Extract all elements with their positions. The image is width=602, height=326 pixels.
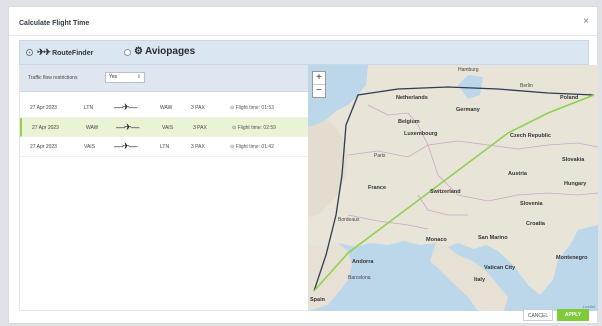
ligurian-sea — [382, 241, 426, 275]
plane-icon: —✈— — [116, 122, 140, 132]
map-label: Germany — [456, 107, 480, 113]
leg-flight-time: ⊙ Flight time: 01:53 — [230, 105, 274, 111]
map-label: Czech Republic — [510, 133, 551, 139]
map-label: Austria — [508, 171, 527, 177]
leg-pax: 3 PAX — [193, 125, 207, 131]
cancel-button[interactable]: CANCEL — [523, 309, 553, 321]
leg-arrival: WAW — [160, 105, 173, 111]
map-label: Paris — [374, 153, 386, 159]
plane-icon: —✈— — [114, 102, 138, 112]
routefinder-radio[interactable] — [26, 49, 33, 56]
close-icon[interactable]: × — [583, 16, 589, 27]
map-label: Montenegro — [556, 255, 588, 261]
title-divider — [9, 35, 597, 36]
map-label: Berlin — [520, 83, 533, 89]
map-label: Hamburg — [458, 67, 479, 73]
apply-button[interactable]: APPLY — [557, 309, 589, 321]
leg-departure: LTN — [84, 105, 94, 111]
leg-row[interactable]: 27 Apr 2023 VAIS —✈— LTN 3 PAX ⊙ Flight … — [20, 137, 309, 157]
leg-date: 27 Apr 2023 — [32, 125, 59, 131]
leg-pax: 3 PAX — [191, 105, 205, 111]
chevron-updown-icon: ⇕ — [136, 74, 141, 80]
plane-icon: —✈— — [114, 141, 138, 151]
map-label: Luxembourg — [404, 131, 438, 137]
map-label: Netherlands — [396, 95, 428, 101]
map-label: France — [368, 185, 387, 191]
legs-panel: Traffic flow restrictions Yes ⇕ 27 Apr 2… — [19, 65, 309, 311]
map-label: San Marino — [478, 235, 508, 241]
leg-row-selected[interactable]: 27 Apr 2023 WAW —✈— VAIS 3 PAX ⊙ Flight … — [20, 118, 309, 137]
routefinder-logo[interactable]: ✈✈ RouteFinder — [37, 47, 93, 58]
aviopages-gear-icon: ⚙ — [134, 46, 143, 57]
map-label: Andorra — [352, 259, 374, 265]
map-label: Vatican City — [484, 265, 516, 271]
leg-arrival: LTN — [160, 144, 170, 150]
provider-selector: ✈✈ RouteFinder ⚙ Aviopages — [19, 40, 589, 65]
map-label: Italy — [474, 277, 486, 283]
leg-departure: VAIS — [84, 144, 96, 150]
legs-list: 27 Apr 2023 LTN —✈— WAW 3 PAX ⊙ Flight t… — [20, 98, 309, 157]
zoom-in-button[interactable]: + — [313, 72, 325, 85]
leg-departure: WAW — [86, 125, 99, 131]
aviopages-label: Aviopages — [144, 46, 196, 57]
traffic-restrictions-select[interactable]: Yes ⇕ — [105, 72, 145, 83]
map-label: Switzerland — [430, 189, 461, 195]
map-label: Spain — [310, 297, 325, 303]
map-label: Barcelona — [348, 275, 371, 281]
dialog-title: Calculate Flight Time — [19, 20, 90, 27]
map-label: Croatia — [526, 221, 545, 227]
routefinder-label: RouteFinder — [52, 50, 94, 57]
zoom-control: + − — [312, 71, 326, 98]
leg-arrival: VAIS — [162, 125, 174, 131]
map-label: Monaco — [426, 237, 447, 243]
map-label: Slovakia — [562, 157, 585, 163]
leg-flight-time: ⊙ Flight time: 02:59 — [232, 125, 276, 131]
traffic-restrictions-value: Yes — [109, 74, 118, 80]
italy — [430, 243, 508, 311]
map-label: Poland — [560, 95, 579, 101]
zoom-out-button[interactable]: − — [313, 85, 325, 97]
map-label: Slovenia — [520, 201, 543, 207]
leg-pax: 3 PAX — [191, 144, 205, 150]
leg-flight-time: ⊙ Flight time: 01:42 — [230, 144, 274, 150]
plane-icon: ✈✈ — [37, 47, 51, 57]
calculate-flight-time-dialog: Calculate Flight Time × ✈✈ RouteFinder ⚙ A… — [8, 6, 598, 324]
leg-row[interactable]: 27 Apr 2023 LTN —✈— WAW 3 PAX ⊙ Flight t… — [20, 98, 309, 118]
map-label: Hungary — [564, 181, 587, 187]
leg-date: 27 Apr 2023 — [30, 105, 57, 111]
map-label: Bordeaux — [338, 217, 360, 223]
traffic-restrictions-label: Traffic flow restrictions — [28, 75, 78, 81]
aviopages-logo[interactable]: ⚙ Aviopages — [134, 46, 195, 57]
route-map[interactable]: Hamburg Berlin Netherlands Germany Polan… — [308, 65, 598, 311]
leg-date: 27 Apr 2023 — [30, 144, 57, 150]
traffic-restrictions-row: Traffic flow restrictions Yes ⇕ — [20, 65, 309, 92]
aviopages-radio[interactable] — [124, 49, 131, 56]
map-label: Belgium — [398, 119, 420, 125]
